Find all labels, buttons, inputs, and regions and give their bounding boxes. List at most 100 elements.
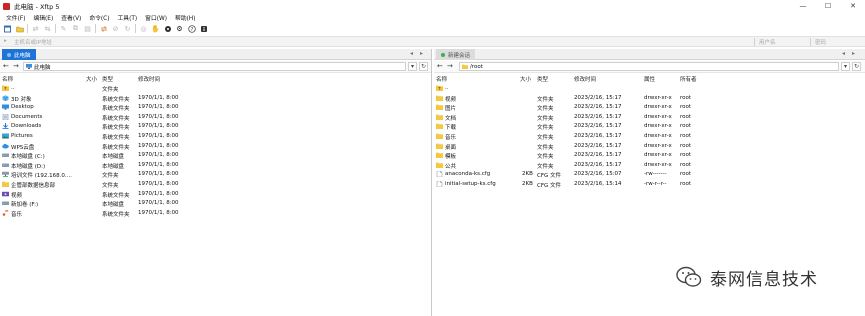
edit-icon[interactable]: ✎ — [59, 24, 68, 33]
table-row[interactable]: 本地磁盘 (D:) 本地磁盘 1970/1/1, 8:00 — [0, 161, 431, 171]
local-path-input[interactable]: 此电脑 — [23, 62, 406, 71]
cell-name: anaconda-ks.cfg — [445, 171, 491, 178]
refresh-icon[interactable]: ↻ — [419, 62, 428, 71]
globe-icon[interactable]: ◎ — [139, 24, 148, 33]
tab-local[interactable]: 此电脑 — [2, 49, 36, 60]
table-row[interactable]: 公共 文件夹 2023/2/16, 15:17 drwxr-xr-x root — [434, 161, 865, 171]
column-owner[interactable]: 所有者 — [680, 75, 697, 83]
pictures-icon — [2, 133, 9, 139]
table-row[interactable]: 模板 文件夹 2023/2/16, 15:17 drwxr-xr-x root — [434, 151, 865, 161]
column-type[interactable]: 类型 — [102, 75, 113, 83]
forward-icon[interactable]: → — [13, 62, 19, 70]
tab-new-session[interactable]: 新建会话 — [436, 49, 476, 60]
drive-icon — [2, 162, 9, 168]
paste-icon[interactable]: ▤ — [83, 24, 92, 33]
reconnect-icon[interactable]: ⇆ — [43, 24, 52, 33]
table-row[interactable]: Documents 系统文件夹 1970/1/1, 8:00 — [0, 113, 431, 123]
column-attributes[interactable]: 属性 — [644, 75, 655, 83]
table-row[interactable]: 新加卷 (F:) 本地磁盘 1970/1/1, 8:00 — [0, 199, 431, 209]
table-row[interactable]: 培训文件 (192.168.0.... 文件夹 1970/1/1, 8:00 — [0, 170, 431, 180]
minimize-button[interactable]: — — [793, 0, 813, 12]
copy-icon[interactable]: ⧉ — [71, 24, 80, 33]
column-name[interactable]: 名称 — [436, 75, 447, 83]
folder-icon — [436, 143, 443, 149]
host-input[interactable]: 主机名或IP地址 — [14, 38, 52, 46]
tab-local-label: 此电脑 — [14, 52, 31, 59]
back-icon[interactable]: ← — [437, 62, 443, 70]
stop-icon[interactable]: ⊘ — [111, 24, 120, 33]
table-row[interactable]: Pictures 系统文件夹 1970/1/1, 8:00 — [0, 132, 431, 142]
table-row[interactable]: 音乐 系统文件夹 1970/1/1, 8:00 — [0, 209, 431, 219]
cell-type: 文件夹 — [537, 106, 554, 113]
cell-attrs: -rw-r--r-- — [644, 180, 667, 187]
cell-modified: 2023/2/16, 15:17 — [574, 104, 622, 111]
tab-next-icon[interactable]: ▸ — [852, 50, 855, 57]
hand-icon[interactable]: ✋ — [151, 24, 160, 33]
cell-type: 文件夹 — [537, 154, 554, 161]
menu-file[interactable]: 文件(F) — [6, 13, 25, 22]
menu-window[interactable]: 窗口(W) — [145, 13, 167, 22]
cell-owner: root — [680, 94, 692, 101]
forward-icon[interactable]: → — [447, 62, 453, 70]
tab-prev-icon[interactable]: ◂ — [410, 50, 413, 57]
tab-next-icon[interactable]: ▸ — [420, 50, 423, 57]
gear-icon[interactable]: ⚙ — [175, 24, 184, 33]
table-row[interactable]: 视频 文件夹 2023/2/16, 15:17 drwxr-xr-x root — [434, 94, 865, 104]
refresh-icon[interactable]: ↻ — [123, 24, 132, 33]
table-row[interactable]: anaconda-ks.cfg 2KB CFG 文件 2023/2/16, 15:07… — [434, 170, 865, 180]
table-row[interactable]: 桌面 文件夹 2023/2/16, 15:17 drwxr-xr-x root — [434, 142, 865, 152]
cell-attrs: drwxr-xr-x — [644, 104, 672, 111]
menu-help[interactable]: 帮助(H) — [175, 13, 195, 22]
table-row[interactable]: .. — [434, 84, 865, 94]
desktop-icon — [2, 104, 9, 110]
new-session-icon[interactable] — [3, 24, 12, 33]
open-folder-icon[interactable] — [15, 24, 24, 33]
table-row[interactable]: initial-setup-ks.cfg 2KB CFG 文件 2023/2/16, … — [434, 180, 865, 190]
path-dropdown-icon[interactable]: ▾ — [408, 62, 417, 71]
table-row[interactable]: 图片 文件夹 2023/2/16, 15:17 drwxr-xr-x root — [434, 103, 865, 113]
cell-modified: 1970/1/1, 8:00 — [138, 113, 179, 120]
table-row[interactable]: WPS云盘 系统文件夹 1970/1/1, 8:00 — [0, 142, 431, 152]
cell-name: initial-setup-ks.cfg — [445, 180, 496, 187]
transfer-icon[interactable] — [99, 24, 108, 33]
menu-edit[interactable]: 编辑(E) — [33, 13, 53, 22]
cell-type: 系统文件夹 — [102, 134, 130, 141]
column-type[interactable]: 类型 — [537, 75, 548, 83]
disconnect-icon[interactable]: ⇄ — [31, 24, 40, 33]
help-icon[interactable]: ? — [187, 24, 196, 33]
menu-command[interactable]: 命令(C) — [89, 13, 109, 22]
menu-view[interactable]: 查看(V) — [61, 13, 81, 22]
table-row[interactable]: 下载 文件夹 2023/2/16, 15:17 drwxr-xr-x root — [434, 122, 865, 132]
column-name[interactable]: 名称 — [2, 75, 13, 83]
column-modified[interactable]: 修改时间 — [138, 75, 160, 83]
pin-icon[interactable] — [163, 24, 172, 33]
table-row[interactable]: 3D 对象 系统文件夹 1970/1/1, 8:00 — [0, 94, 431, 104]
cell-modified: 1970/1/1, 8:00 — [138, 200, 179, 207]
menu-tools[interactable]: 工具(T) — [118, 13, 138, 22]
column-size[interactable]: 大小 — [86, 75, 97, 83]
remote-file-list: .. 视频 文件夹 2023/2/16, 15:17 drwxr-xr-x root 图片文… — [434, 84, 865, 190]
close-button[interactable]: ✕ — [843, 0, 863, 12]
username-input[interactable]: 用户名 — [759, 38, 776, 46]
password-input[interactable]: 密码 — [815, 38, 826, 46]
path-dropdown-icon[interactable]: ▾ — [841, 62, 850, 71]
table-row[interactable]: Desktop 系统文件夹 1970/1/1, 8:00 — [0, 103, 431, 113]
remote-path-input[interactable]: /root — [459, 62, 839, 71]
table-row[interactable]: 视频 系统文件夹 1970/1/1, 8:00 — [0, 190, 431, 200]
table-row[interactable]: .. 文件夹 — [0, 84, 431, 94]
address-separator — [810, 38, 811, 46]
table-row[interactable]: 企管部数据信息部 文件夹 1970/1/1, 8:00 — [0, 180, 431, 190]
table-row[interactable]: Downloads 系统文件夹 1970/1/1, 8:00 — [0, 122, 431, 132]
refresh-icon[interactable]: ↻ — [852, 62, 861, 71]
info-icon[interactable] — [199, 24, 208, 33]
tab-prev-icon[interactable]: ◂ — [842, 50, 845, 57]
table-row[interactable]: 本地磁盘 (C:) 本地磁盘 1970/1/1, 8:00 — [0, 151, 431, 161]
column-modified[interactable]: 修改时间 — [574, 75, 596, 83]
maximize-button[interactable]: ☐ — [818, 0, 838, 12]
table-row[interactable]: 文档 文件夹 2023/2/16, 15:17 drwxr-xr-x root — [434, 113, 865, 123]
3d-objects-icon — [2, 94, 9, 101]
documents-icon — [2, 113, 9, 121]
back-icon[interactable]: ← — [3, 62, 9, 70]
table-row[interactable]: 音乐 文件夹 2023/2/16, 15:17 drwxr-xr-x root — [434, 132, 865, 142]
column-size[interactable]: 大小 — [520, 75, 531, 83]
